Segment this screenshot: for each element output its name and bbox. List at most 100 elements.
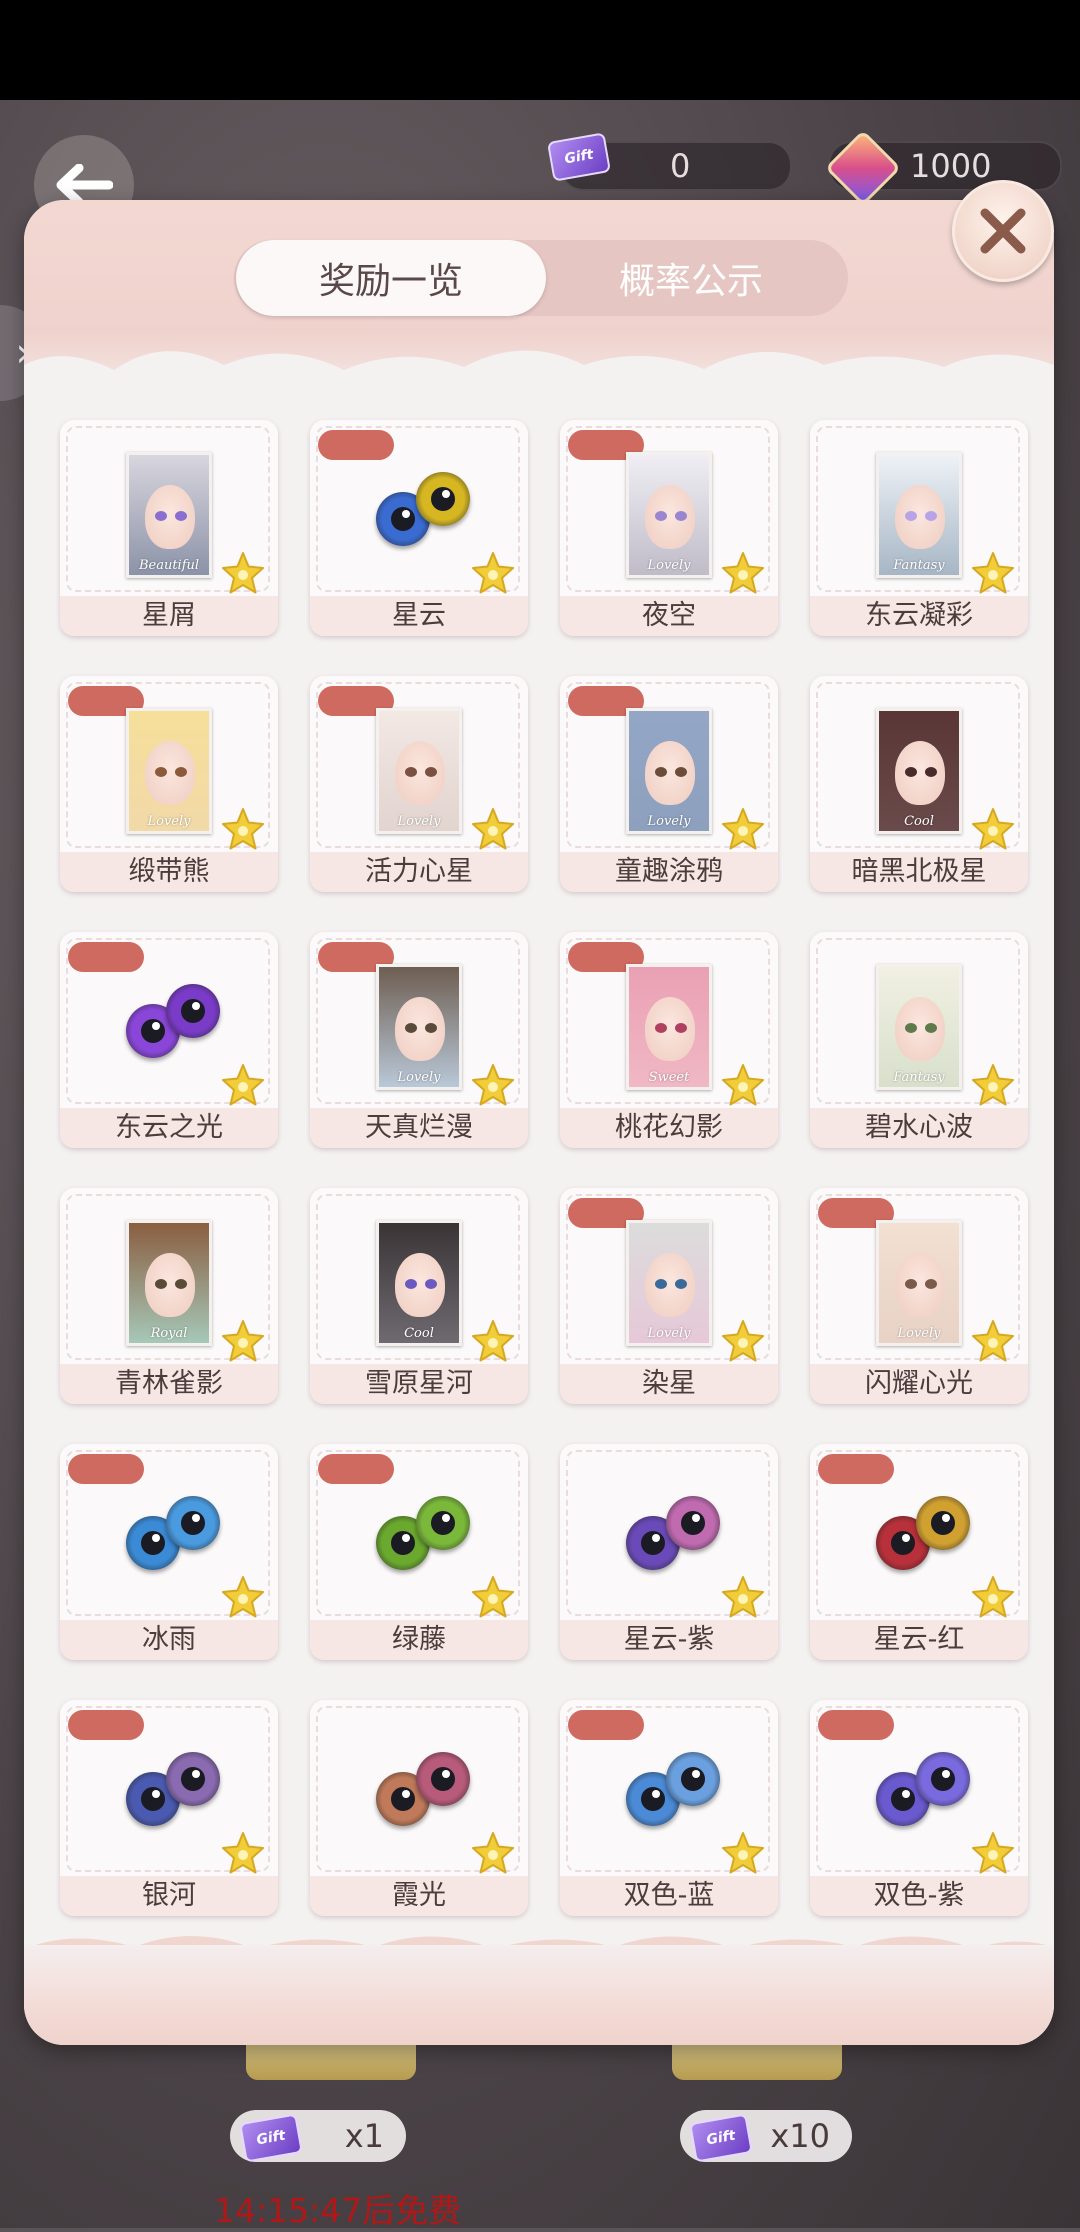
star-icon [970, 550, 1016, 596]
doll-face [895, 485, 945, 549]
reward-item[interactable]: 冰雨 [60, 1444, 278, 1660]
reward-item[interactable]: 星云-紫 [560, 1444, 778, 1660]
contact-lens-icon [376, 470, 476, 550]
doll-eye [655, 1279, 667, 1289]
item-name: 暗黑北极星 [810, 852, 1028, 892]
star-icon [720, 1318, 766, 1364]
close-button[interactable] [952, 180, 1054, 282]
doll-face [895, 997, 945, 1061]
item-name: 星屑 [60, 596, 278, 636]
contact-lens-icon [876, 1494, 976, 1574]
doll-eye [655, 511, 667, 521]
makeup-card-thumbnail: Lovely [626, 1220, 712, 1346]
item-name: 星云 [310, 596, 528, 636]
star-icon [470, 1830, 516, 1876]
card-caption: Lovely [397, 1070, 441, 1085]
reward-item[interactable]: Cool 暗黑北极星 [810, 676, 1028, 892]
item-name: 星云-紫 [560, 1620, 778, 1660]
makeup-card-thumbnail: Fantasy [876, 964, 962, 1090]
star-icon [970, 806, 1016, 852]
card-caption: Lovely [397, 814, 441, 829]
star-icon [470, 806, 516, 852]
reward-item[interactable]: 双色-紫 [810, 1700, 1028, 1916]
makeup-card-thumbnail: Cool [376, 1220, 462, 1346]
doll-eye [905, 767, 917, 777]
doll-eye [155, 1279, 167, 1289]
contact-lens-icon [376, 1494, 476, 1574]
reward-item[interactable]: 星云-红 [810, 1444, 1028, 1660]
star-icon [720, 1574, 766, 1620]
reward-item[interactable]: Beautiful 星屑 [60, 420, 278, 636]
reward-item[interactable]: Lovely 染星 [560, 1188, 778, 1404]
item-name: 青林雀影 [60, 1364, 278, 1404]
doll-face [145, 485, 195, 549]
makeup-card-thumbnail: Cool [876, 708, 962, 834]
star-icon [970, 1062, 1016, 1108]
lens [166, 1496, 220, 1550]
item-name: 霞光 [310, 1876, 528, 1916]
item-name: 银河 [60, 1876, 278, 1916]
doll-eye [675, 767, 687, 777]
tab-probability[interactable]: 概率公示 [536, 240, 846, 316]
reward-item[interactable]: Lovely 童趣涂鸦 [560, 676, 778, 892]
doll-eye [675, 1023, 687, 1033]
reward-item[interactable]: Lovely 缎带熊 [60, 676, 278, 892]
item-name: 缎带熊 [60, 852, 278, 892]
reward-item[interactable]: Lovely 夜空 [560, 420, 778, 636]
reward-item[interactable]: Lovely 活力心星 [310, 676, 528, 892]
star-icon [220, 1574, 266, 1620]
reward-item[interactable]: 星云 [310, 420, 528, 636]
doll-eye [425, 1279, 437, 1289]
gem-count: 1000 [910, 147, 992, 185]
doll-eye [925, 767, 937, 777]
ticket-icon: Gift [688, 2113, 754, 2163]
doll-face [145, 1253, 195, 1317]
star-icon [220, 1318, 266, 1364]
contact-lens-icon [126, 982, 226, 1062]
contact-lens-icon [126, 1750, 226, 1830]
doll-eye [175, 767, 187, 777]
star-icon [720, 1830, 766, 1876]
ticket-icon: Gift [546, 132, 612, 182]
item-name: 童趣涂鸦 [560, 852, 778, 892]
card-caption: Royal [150, 1326, 188, 1341]
makeup-card-thumbnail: Fantasy [876, 452, 962, 578]
star-icon [720, 806, 766, 852]
doll-eye [425, 767, 437, 777]
reward-item[interactable]: Lovely 闪耀心光 [810, 1188, 1028, 1404]
star-icon [470, 1574, 516, 1620]
item-name: 双色-紫 [810, 1876, 1028, 1916]
reward-item[interactable]: 绿藤 [310, 1444, 528, 1660]
doll-face [895, 1253, 945, 1317]
reward-item[interactable]: 霞光 [310, 1700, 528, 1916]
reward-item[interactable]: Lovely 天真烂漫 [310, 932, 528, 1148]
reward-item[interactable]: Fantasy 东云凝彩 [810, 420, 1028, 636]
doll-eye [925, 511, 937, 521]
reward-item[interactable]: Cool 雪原星河 [310, 1188, 528, 1404]
draw-one-cost: Gift x1 [230, 2110, 406, 2163]
lens [166, 984, 220, 1038]
reward-item[interactable]: Fantasy 碧水心波 [810, 932, 1028, 1148]
reward-item[interactable]: 东云之光 [60, 932, 278, 1148]
reward-item[interactable]: Sweet 桃花幻影 [560, 932, 778, 1148]
star-icon [970, 1318, 1016, 1364]
contact-lens-icon [626, 1494, 726, 1574]
makeup-card-thumbnail: Lovely [626, 452, 712, 578]
reward-item[interactable]: Royal 青林雀影 [60, 1188, 278, 1404]
draw-one-button[interactable] [246, 2040, 416, 2080]
reward-item[interactable]: 银河 [60, 1700, 278, 1916]
draw-one-count: x1 [344, 2117, 384, 2155]
doll-face [645, 1253, 695, 1317]
draw-ten-button[interactable] [672, 2040, 842, 2080]
free-timer: 14:15:47后免费 [214, 2191, 462, 2230]
lens [666, 1752, 720, 1806]
tab-rewards[interactable]: 奖励一览 [236, 240, 546, 316]
close-icon [980, 208, 1026, 254]
item-tag-badge [318, 1454, 394, 1484]
makeup-card-thumbnail: Lovely [376, 964, 462, 1090]
item-tag-badge [818, 1454, 894, 1484]
doll-face [645, 741, 695, 805]
reward-item[interactable]: 双色-蓝 [560, 1700, 778, 1916]
doll-eye [905, 1023, 917, 1033]
makeup-card-thumbnail: Lovely [626, 708, 712, 834]
